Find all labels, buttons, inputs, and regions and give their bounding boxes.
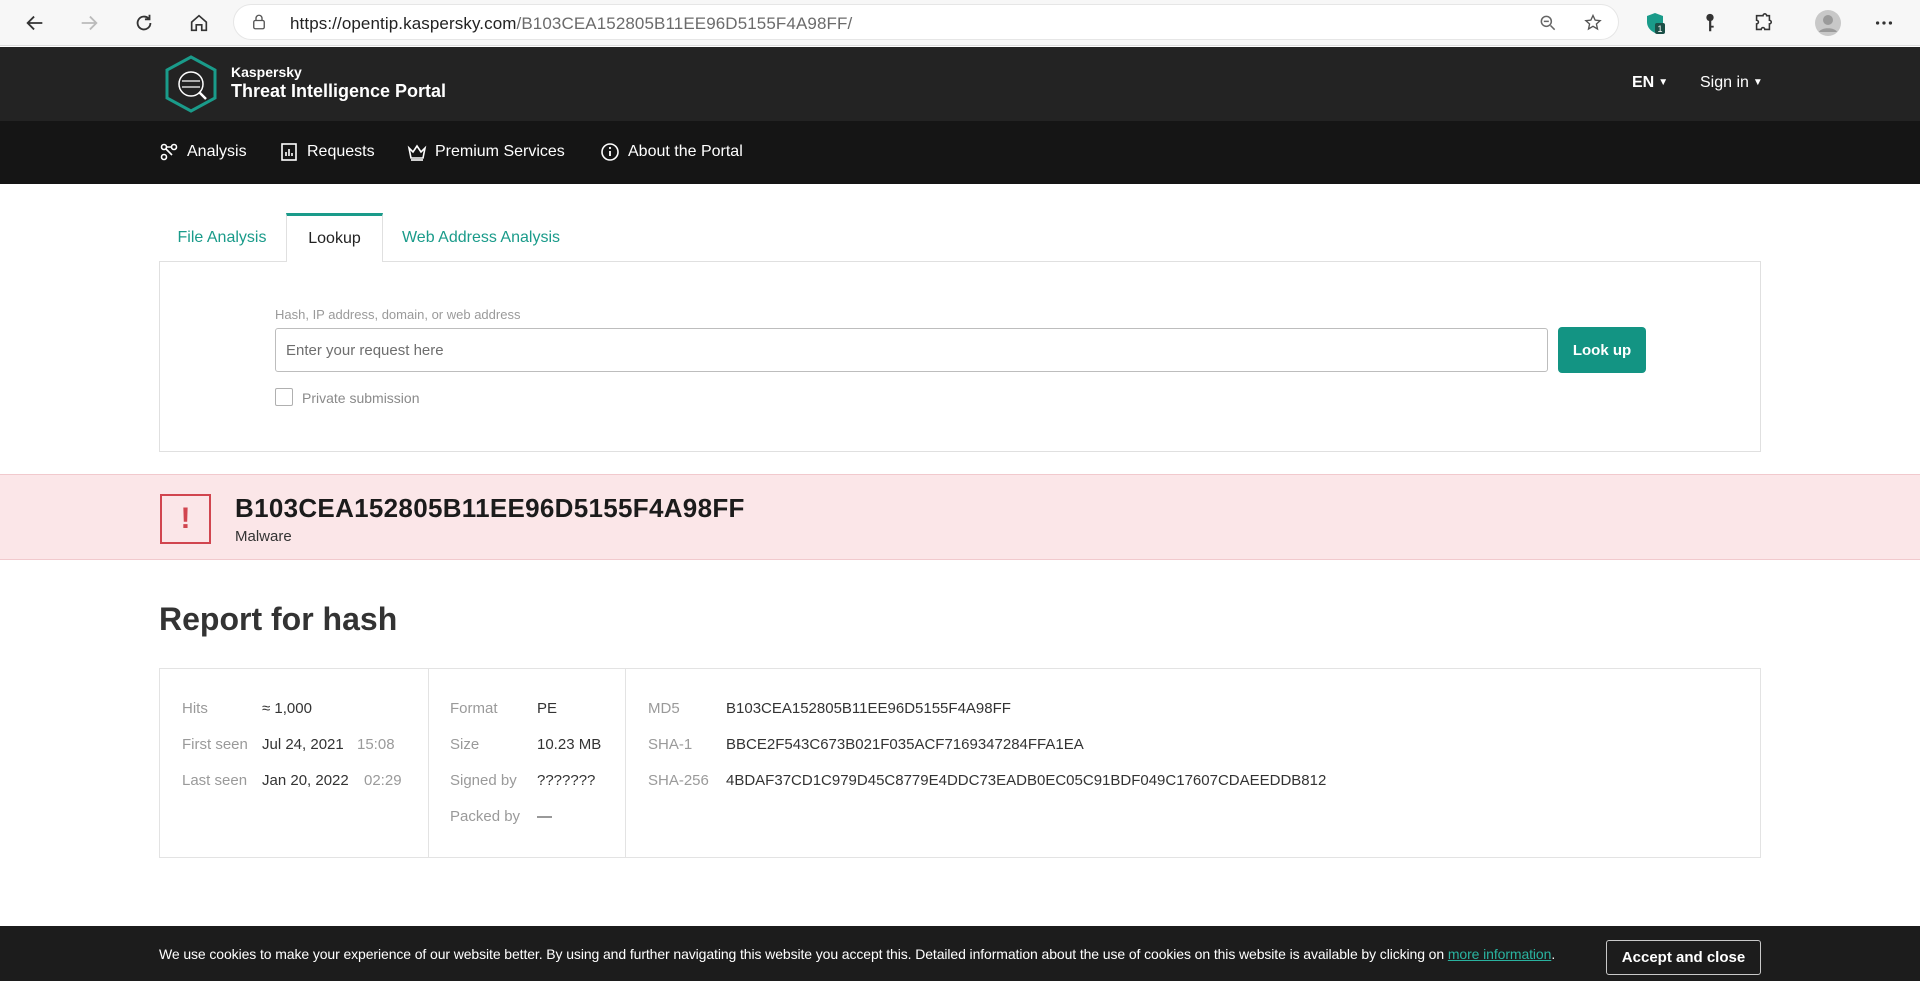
language-selector[interactable]: EN ▼: [1632, 74, 1668, 92]
cookie-text: We use cookies to make your experience o…: [159, 946, 1555, 962]
browser-toolbar: https://opentip.kaspersky.com/B103CEA152…: [0, 0, 1920, 46]
more-information-link[interactable]: more information: [1448, 946, 1552, 962]
home-icon: [190, 14, 208, 32]
report-details: Hits ≈ 1,000 First seen Jul 24, 2021 15:…: [159, 668, 1761, 858]
report-title: Report for hash: [159, 601, 398, 637]
home-button[interactable]: [183, 8, 215, 38]
tab-lookup[interactable]: Lookup: [286, 213, 383, 262]
forward-button[interactable]: [73, 8, 105, 38]
first-seen-date: Jul 24, 2021: [262, 736, 344, 753]
nav-label: About the Portal: [628, 143, 743, 160]
kaspersky-logo-icon[interactable]: [162, 54, 220, 114]
lookup-panel: Hash, IP address, domain, or web address…: [159, 261, 1761, 452]
shield-badge: 1: [1657, 24, 1662, 34]
reload-icon: [136, 14, 152, 31]
profile-button[interactable]: [1814, 9, 1842, 37]
hits-value: ≈ 1,000: [262, 700, 312, 717]
back-arrow-icon: [26, 15, 43, 31]
browser-menu-button[interactable]: [1870, 9, 1898, 37]
url-path: /B103CEA152805B11EE96D5155F4A98FF/: [516, 14, 853, 33]
cookie-message: We use cookies to make your experience o…: [159, 946, 1448, 962]
accept-cookies-button[interactable]: Accept and close: [1606, 940, 1761, 975]
first-seen-key: First seen: [182, 736, 248, 753]
back-button[interactable]: [19, 8, 51, 38]
analysis-icon: [160, 143, 178, 161]
puzzle-icon: [1755, 13, 1773, 31]
request-field-label: Hash, IP address, domain, or web address: [275, 307, 521, 322]
format-value: PE: [537, 700, 558, 717]
caret-down-icon: ▼: [1752, 77, 1763, 89]
reload-button[interactable]: [128, 8, 160, 38]
extension-key-button[interactable]: [1696, 9, 1724, 37]
forward-arrow-icon: [81, 15, 98, 31]
verdict-banner: ! B103CEA152805B11EE96D5155F4A98FF Malwa…: [0, 474, 1920, 560]
private-submission-checkbox[interactable]: [275, 388, 293, 406]
sha256-key: SHA-256: [648, 772, 709, 789]
packed-by-key: Packed by: [450, 808, 521, 825]
sha1-key: SHA-1: [648, 736, 693, 753]
url-host: https://opentip.kaspersky.com: [290, 14, 517, 33]
shield-icon: 1: [1647, 13, 1665, 34]
nav-label: Premium Services: [435, 143, 565, 160]
last-seen-time: 02:29: [364, 772, 402, 789]
nav-item-premium-services[interactable]: Premium Services: [407, 142, 565, 162]
crown-icon: [407, 144, 427, 161]
nav-item-requests[interactable]: Requests: [279, 142, 375, 162]
nav-label: Analysis: [187, 143, 247, 160]
sign-in-button[interactable]: Sign in ▼: [1700, 74, 1763, 92]
info-icon: [601, 143, 619, 161]
brand-name: Kaspersky: [231, 64, 302, 80]
extensions-button[interactable]: [1749, 9, 1777, 37]
exclamation-icon: !: [160, 494, 211, 544]
nav-label: Requests: [307, 143, 375, 160]
first-seen-time: 15:08: [357, 736, 395, 753]
verdict-hash: B103CEA152805B11EE96D5155F4A98FF: [235, 493, 745, 523]
look-up-button[interactable]: Look up: [1558, 327, 1646, 373]
extension-shield-button[interactable]: 1: [1641, 9, 1669, 37]
request-input[interactable]: [275, 328, 1548, 372]
key-icon: [1706, 13, 1714, 32]
cookie-suffix: .: [1551, 946, 1556, 962]
language-label: EN: [1632, 74, 1655, 91]
column-divider: [428, 669, 429, 857]
nav-item-analysis[interactable]: Analysis: [159, 142, 247, 162]
signed-by-value: ???????: [537, 772, 596, 789]
last-seen-date: Jan 20, 2022: [262, 772, 349, 789]
column-divider: [625, 669, 626, 857]
md5-key: MD5: [648, 700, 680, 717]
sha256-value: 4BDAF37CD1C979D45C8779E4DDC73EADB0EC05C9…: [726, 772, 1327, 789]
last-seen-key: Last seen: [182, 772, 248, 789]
size-value: 10.23 MB: [537, 736, 602, 753]
hits-key: Hits: [182, 700, 208, 717]
signed-by-key: Signed by: [450, 772, 517, 789]
zoom-icon[interactable]: [1538, 13, 1558, 33]
tab-file-analysis[interactable]: File Analysis: [160, 213, 284, 262]
nav-item-about-portal[interactable]: About the Portal: [600, 142, 743, 162]
favorite-star-icon[interactable]: [1583, 13, 1603, 33]
packed-by-value: —: [537, 808, 552, 825]
format-key: Format: [450, 700, 498, 717]
portal-header: Kaspersky Threat Intelligence Portal EN ▼…: [0, 47, 1920, 121]
caret-down-icon: ▼: [1658, 77, 1669, 89]
more-dots-icon: [1875, 21, 1893, 25]
portal-name: Threat Intelligence Portal: [231, 81, 447, 101]
md5-value: B103CEA152805B11EE96D5155F4A98FF: [726, 700, 1011, 717]
address-bar[interactable]: https://opentip.kaspersky.com/B103CEA152…: [234, 5, 1618, 39]
main-navigation: Analysis Requests Premium Services About…: [0, 121, 1920, 184]
avatar-icon: [1815, 10, 1841, 36]
sha1-value: BBCE2F543C673B021F035ACF7169347284FFA1EA: [726, 736, 1084, 753]
url-text: https://opentip.kaspersky.com/B103CEA152…: [290, 14, 852, 34]
size-key: Size: [450, 736, 480, 753]
cookie-banner: We use cookies to make your experience o…: [0, 926, 1920, 981]
sign-in-label: Sign in: [1700, 74, 1749, 91]
private-submission-label: Private submission: [302, 390, 420, 406]
verdict-label: Malware: [235, 528, 292, 545]
lock-icon: [253, 14, 265, 30]
tab-web-address-analysis[interactable]: Web Address Analysis: [386, 213, 576, 262]
requests-icon: [281, 143, 297, 161]
